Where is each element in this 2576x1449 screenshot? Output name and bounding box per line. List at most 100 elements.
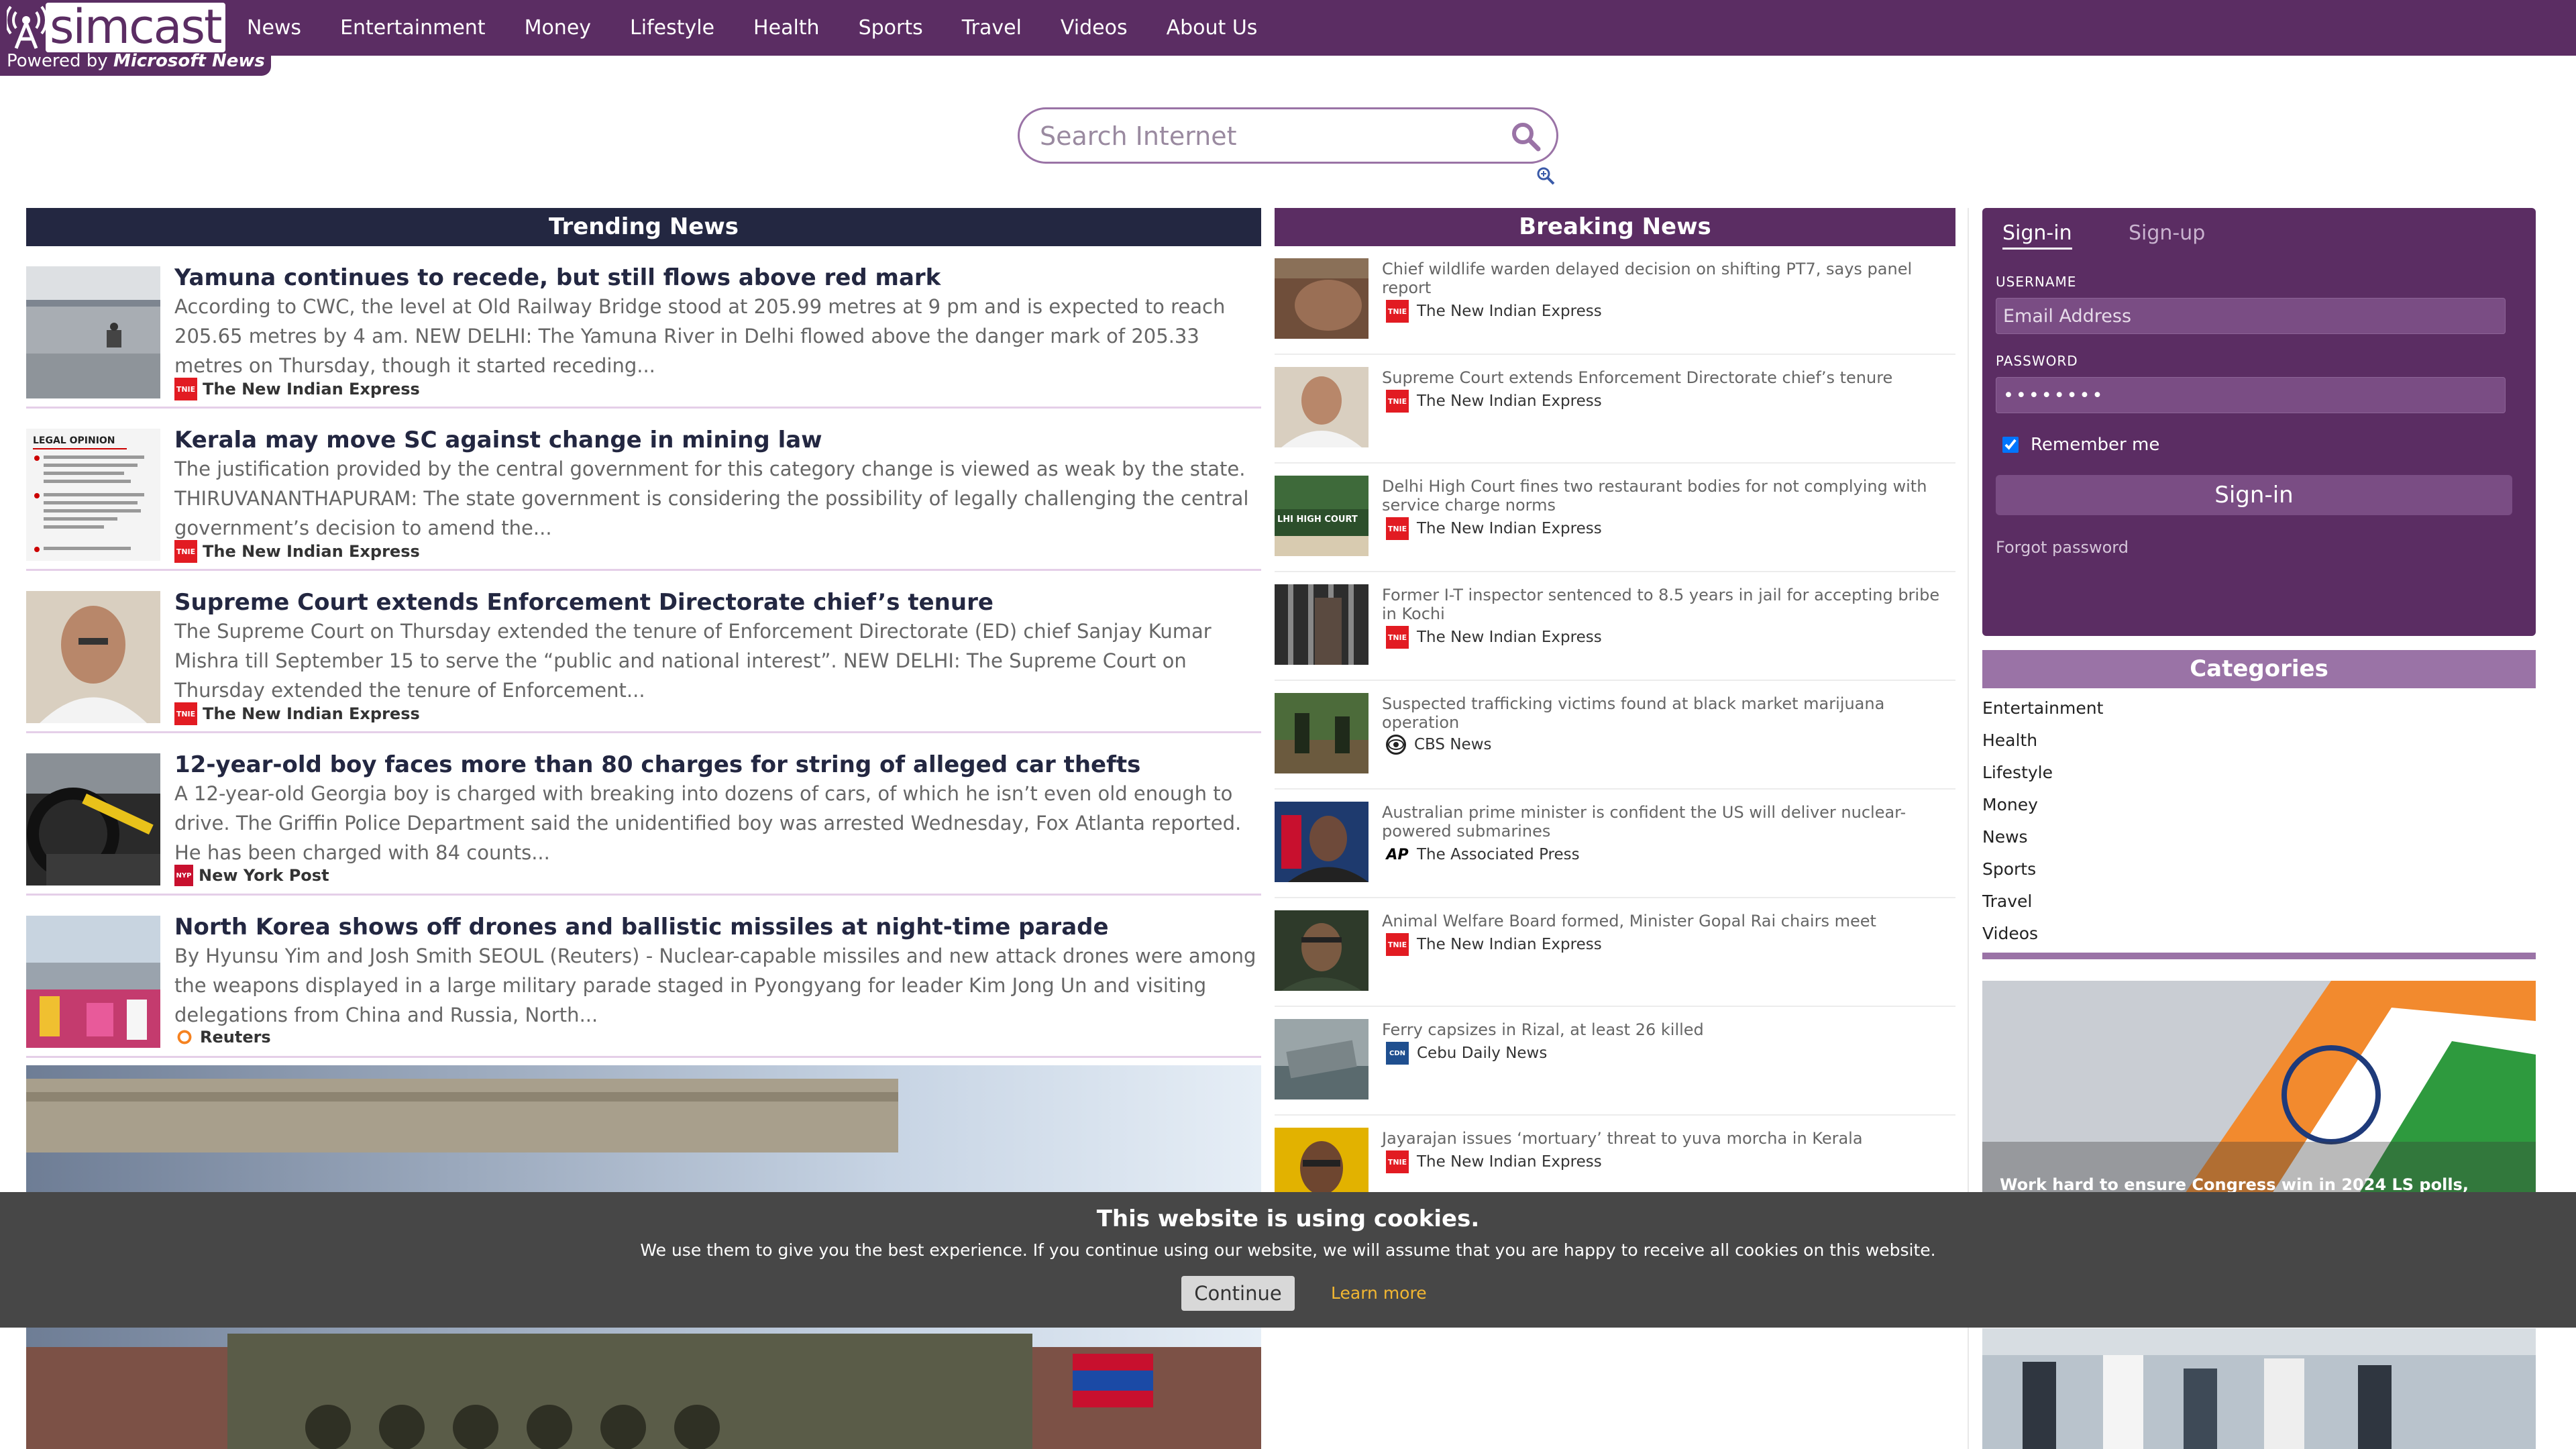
trending-article[interactable]: 12-year-old boy faces more than 80 charg…: [26, 733, 1261, 896]
nav-item-money[interactable]: Money: [525, 16, 591, 40]
tab-sign-up[interactable]: Sign-up: [2129, 221, 2205, 245]
breaking-article[interactable]: Suspected trafficking victims found at b…: [1275, 681, 1955, 790]
search-icon[interactable]: [1509, 120, 1542, 152]
category-videos[interactable]: Videos: [1982, 918, 2536, 950]
article-title[interactable]: Suspected trafficking victims found at b…: [1382, 694, 1952, 732]
password-field[interactable]: [1996, 377, 2506, 413]
category-health[interactable]: Health: [1982, 724, 2536, 757]
nav-item-about-us[interactable]: About Us: [1167, 16, 1258, 40]
cookie-message: We use them to give you the best experie…: [640, 1240, 1936, 1260]
article-title[interactable]: North Korea shows off drones and ballist…: [174, 913, 1261, 941]
article-thumbnail[interactable]: [26, 591, 160, 723]
article-thumbnail[interactable]: LEGAL OPINION: [26, 429, 160, 561]
nav-item-news[interactable]: News: [247, 16, 301, 40]
article-source: CDN Cebu Daily News: [1386, 1042, 1547, 1065]
category-sports[interactable]: Sports: [1982, 853, 2536, 885]
nav-item-health[interactable]: Health: [753, 16, 820, 40]
article-thumbnail[interactable]: [1275, 693, 1368, 773]
tnie-logo-icon: TNIE: [1386, 390, 1409, 413]
email-field[interactable]: [1996, 298, 2506, 334]
tnie-logo-icon: TNIE: [174, 378, 197, 400]
categories-section: Categories Entertainment Health Lifestyl…: [1982, 650, 2536, 959]
article-title[interactable]: Former I-T inspector sentenced to 8.5 ye…: [1382, 586, 1952, 623]
powered-by-brand: Microsoft News: [113, 51, 265, 71]
nav-item-sports[interactable]: Sports: [859, 16, 923, 40]
article-thumbnail[interactable]: [1275, 258, 1368, 339]
remember-me-label: Remember me: [2031, 435, 2160, 455]
nav-item-entertainment[interactable]: Entertainment: [340, 16, 485, 40]
remember-me-checkbox[interactable]: [2002, 437, 2019, 453]
source-name: The New Indian Express: [1417, 392, 1602, 410]
article-title[interactable]: Kerala may move SC against change in min…: [174, 426, 1261, 454]
article-title[interactable]: Delhi High Court fines two restaurant bo…: [1382, 477, 1952, 515]
breaking-article[interactable]: Chief wildlife warden delayed decision o…: [1275, 246, 1955, 355]
breaking-article[interactable]: Animal Welfare Board formed, Minister Go…: [1275, 898, 1955, 1007]
article-summary: By Hyunsu Yim and Josh Smith SEOUL (Reut…: [174, 945, 1256, 1026]
breaking-article[interactable]: Supreme Court extends Enforcement Direct…: [1275, 355, 1955, 464]
category-travel[interactable]: Travel: [1982, 885, 2536, 918]
article-thumbnail[interactable]: [26, 753, 160, 885]
article-summary: The Supreme Court on Thursday extended t…: [174, 620, 1212, 702]
breaking-article[interactable]: LHI HIGH COURT Delhi High Court fines tw…: [1275, 464, 1955, 572]
nav-item-videos[interactable]: Videos: [1061, 16, 1128, 40]
source-name: Reuters: [200, 1028, 271, 1046]
sign-in-button[interactable]: Sign-in: [1996, 475, 2512, 515]
article-thumbnail[interactable]: [26, 266, 160, 398]
logo-area[interactable]: simcast Powered by Microsoft News: [0, 0, 271, 76]
article-thumbnail[interactable]: [1275, 584, 1368, 665]
trending-article[interactable]: Supreme Court extends Enforcement Direct…: [26, 571, 1261, 733]
article-source: TNIE The New Indian Express: [174, 378, 420, 400]
breaking-news-heading: Breaking News: [1275, 208, 1955, 246]
article-title[interactable]: Supreme Court extends Enforcement Direct…: [174, 588, 1261, 616]
trending-article[interactable]: Yamuna continues to recede, but still fl…: [26, 246, 1261, 409]
logo-text: simcast: [50, 0, 222, 54]
cookie-continue-button[interactable]: Continue: [1181, 1276, 1295, 1311]
article-source: TNIE The New Indian Express: [174, 540, 420, 563]
article-title[interactable]: 12-year-old boy faces more than 80 charg…: [174, 751, 1261, 779]
source-name: CBS News: [1414, 736, 1492, 753]
new-york-post-logo-icon: NYP: [174, 865, 193, 886]
zoom-in-icon[interactable]: [1536, 166, 1555, 185]
article-title[interactable]: Jayarajan issues ‘mortuary’ threat to yu…: [1382, 1129, 1952, 1148]
article-source: AP The Associated Press: [1386, 843, 1580, 866]
article-thumbnail[interactable]: [1275, 367, 1368, 447]
categories-divider: [1982, 953, 2536, 959]
username-label: USERNAME: [1996, 274, 2077, 290]
category-news[interactable]: News: [1982, 821, 2536, 853]
tab-sign-in[interactable]: Sign-in: [2002, 221, 2072, 250]
article-thumbnail[interactable]: [1275, 802, 1368, 882]
article-title[interactable]: Supreme Court extends Enforcement Direct…: [1382, 368, 1952, 387]
trending-article[interactable]: LEGAL OPINION Kerala may move SC against…: [26, 409, 1261, 571]
featured-story-caption[interactable]: Work hard to ensure Congress win in 2024…: [2000, 1175, 2469, 1194]
article-source: TNIE The New Indian Express: [1386, 626, 1602, 649]
article-thumbnail[interactable]: [1275, 1019, 1368, 1099]
cookie-learn-more-link[interactable]: Learn more: [1331, 1283, 1427, 1303]
second-featured-image[interactable]: [1982, 1328, 2536, 1449]
breaking-article[interactable]: Australian prime minister is confident t…: [1275, 790, 1955, 898]
trending-article[interactable]: North Korea shows off drones and ballist…: [26, 896, 1261, 1058]
nav-item-lifestyle[interactable]: Lifestyle: [630, 16, 714, 40]
category-entertainment[interactable]: Entertainment: [1982, 692, 2536, 724]
main-nav: News Entertainment Money Lifestyle Healt…: [247, 0, 1296, 56]
category-money[interactable]: Money: [1982, 789, 2536, 821]
article-title[interactable]: Chief wildlife warden delayed decision o…: [1382, 260, 1952, 297]
breaking-article[interactable]: Ferry capsizes in Rizal, at least 26 kil…: [1275, 1007, 1955, 1116]
forgot-password-link[interactable]: Forgot password: [1996, 538, 2129, 557]
source-name: The New Indian Express: [1417, 520, 1602, 537]
category-lifestyle[interactable]: Lifestyle: [1982, 757, 2536, 789]
article-thumbnail[interactable]: [26, 916, 160, 1048]
search-input[interactable]: [1040, 117, 1496, 155]
tnie-logo-icon: TNIE: [1386, 300, 1409, 323]
breaking-article[interactable]: Former I-T inspector sentenced to 8.5 ye…: [1275, 572, 1955, 681]
remember-me-checkbox-row[interactable]: Remember me: [2002, 435, 2159, 455]
source-name: The New Indian Express: [203, 704, 420, 723]
featured-story-image[interactable]: Work hard to ensure Congress win in 2024…: [1982, 981, 2536, 1195]
source-name: The New Indian Express: [1417, 1153, 1602, 1171]
nav-item-travel[interactable]: Travel: [962, 16, 1022, 40]
article-thumbnail[interactable]: LHI HIGH COURT: [1275, 476, 1368, 556]
article-title[interactable]: Ferry capsizes in Rizal, at least 26 kil…: [1382, 1020, 1952, 1039]
article-thumbnail[interactable]: [1275, 910, 1368, 991]
article-title[interactable]: Australian prime minister is confident t…: [1382, 803, 1952, 841]
article-title[interactable]: Yamuna continues to recede, but still fl…: [174, 264, 1261, 292]
article-title[interactable]: Animal Welfare Board formed, Minister Go…: [1382, 912, 1952, 930]
